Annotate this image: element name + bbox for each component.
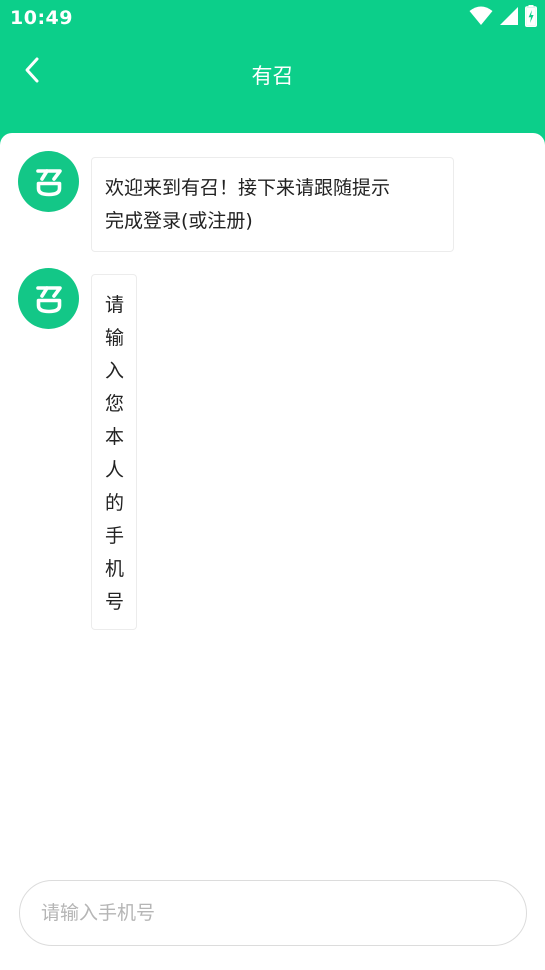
message-bubble: 欢迎来到有召！接下来请跟随提示 完成登录(或注册) — [91, 157, 454, 252]
battery-charging-icon — [525, 5, 537, 31]
avatar — [18, 268, 79, 329]
message-text-line: 完成登录(或注册) — [105, 210, 253, 232]
avatar-logo — [35, 285, 62, 313]
status-bar: 10:49 — [0, 0, 545, 38]
avatar — [18, 151, 79, 212]
phone-input-container — [19, 880, 527, 946]
nav-bar: 有召 — [0, 38, 545, 110]
phone-input[interactable] — [41, 881, 526, 945]
wifi-icon — [469, 6, 493, 30]
status-time: 10:49 — [10, 7, 73, 29]
message-text-line: 欢迎来到有召！接下来请跟随提示 — [105, 177, 391, 199]
status-icons — [469, 5, 537, 31]
chat-area: 欢迎来到有召！接下来请跟随提示 完成登录(或注册) 请输入您本人的手机号 — [0, 133, 545, 970]
page-title: 有召 — [251, 64, 294, 88]
signal-icon — [499, 6, 519, 30]
message-text: 请输入您本人的手机号 — [105, 294, 125, 613]
message-bubble: 请输入您本人的手机号 — [91, 274, 138, 630]
avatar-logo — [35, 168, 62, 196]
